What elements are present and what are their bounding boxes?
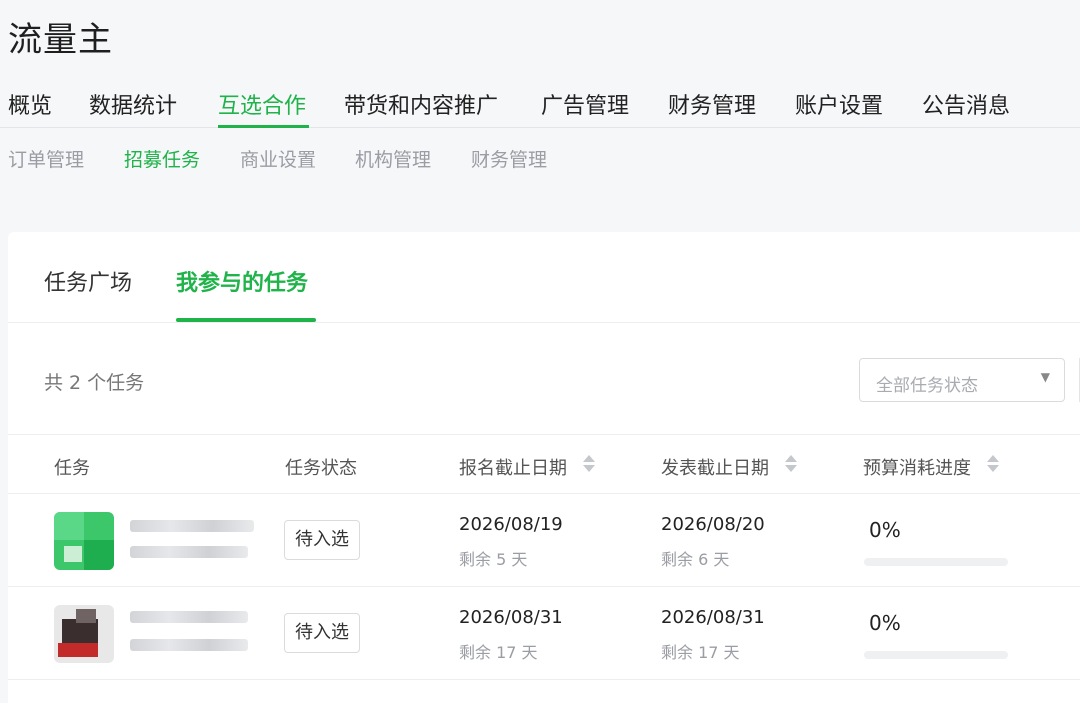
header-budget-progress: 预算消耗进度	[863, 458, 971, 479]
signup-deadline: 2026/08/19	[459, 514, 563, 535]
table-header: 任务 任务状态 报名截止日期 发表截止日期 预算消耗进度	[8, 434, 1080, 494]
content-card: 任务广场 我参与的任务 共 2 个任务 全部任务状态 ▼ 任务 任务状态 报名截…	[8, 232, 1080, 703]
status-badge[interactable]: 待入选	[284, 613, 360, 653]
publish-deadline: 2026/08/20	[661, 514, 765, 535]
task-thumbnail	[54, 512, 114, 570]
sub-nav: 订单管理 招募任务 商业设置 机构管理 财务管理	[0, 142, 1080, 172]
status-filter-select[interactable]: 全部任务状态 ▼	[859, 358, 1065, 402]
tab-task-plaza[interactable]: 任务广场	[44, 265, 132, 297]
nav-data-stats[interactable]: 数据统计	[89, 88, 177, 120]
subnav-business-settings[interactable]: 商业设置	[240, 145, 316, 172]
budget-progress-text: 0%	[869, 518, 901, 542]
nav-announcements[interactable]: 公告消息	[922, 88, 1010, 120]
publish-deadline: 2026/08/31	[661, 607, 765, 628]
task-desc-redacted	[130, 639, 248, 651]
task-desc-redacted	[130, 546, 248, 558]
header-status: 任务状态	[285, 458, 357, 479]
table-row[interactable]: 待入选 2026/08/31 剩余 17 天 2026/08/31 剩余 17 …	[8, 587, 1080, 680]
tab-active-underline	[176, 318, 316, 322]
subnav-recruit-tasks[interactable]: 招募任务	[124, 145, 200, 172]
nav-active-underline	[218, 125, 309, 128]
budget-progress-bar	[864, 651, 1008, 659]
main-nav: 概览 数据统计 互选合作 带货和内容推广 广告管理 财务管理 账户设置 公告消息	[0, 82, 1080, 128]
nav-overview[interactable]: 概览	[8, 88, 52, 120]
task-name-redacted	[130, 611, 248, 623]
task-name-redacted	[130, 520, 254, 532]
task-count: 共 2 个任务	[44, 372, 145, 394]
header-signup-deadline: 报名截止日期	[459, 458, 567, 479]
publish-remaining: 剩余 17 天	[661, 643, 740, 662]
nav-account-settings[interactable]: 账户设置	[795, 88, 883, 120]
subnav-finance[interactable]: 财务管理	[471, 145, 547, 172]
nav-finance[interactable]: 财务管理	[668, 88, 756, 120]
status-badge[interactable]: 待入选	[284, 520, 360, 560]
sort-signup-icon[interactable]	[583, 453, 595, 475]
budget-progress-text: 0%	[869, 611, 901, 635]
signup-remaining: 剩余 17 天	[459, 643, 538, 662]
header-task: 任务	[54, 458, 90, 479]
header-publish-deadline: 发表截止日期	[661, 458, 769, 479]
signup-remaining: 剩余 5 天	[459, 550, 528, 569]
sort-publish-icon[interactable]	[785, 453, 797, 475]
signup-deadline: 2026/08/31	[459, 607, 563, 628]
task-thumbnail	[54, 605, 114, 663]
status-filter-value: 全部任务状态	[876, 376, 978, 396]
subnav-orders[interactable]: 订单管理	[8, 145, 84, 172]
subnav-agency-management[interactable]: 机构管理	[355, 145, 431, 172]
sort-budget-icon[interactable]	[987, 453, 999, 475]
nav-ad-management[interactable]: 广告管理	[541, 88, 629, 120]
chevron-down-icon: ▼	[1040, 370, 1050, 384]
nav-sales-promotion[interactable]: 带货和内容推广	[344, 88, 498, 120]
publish-remaining: 剩余 6 天	[661, 550, 730, 569]
table-row[interactable]: 待入选 2026/08/19 剩余 5 天 2026/08/20 剩余 6 天 …	[8, 494, 1080, 587]
nav-mutual-cooperation[interactable]: 互选合作	[218, 88, 306, 120]
app-title: 流量主	[8, 20, 113, 60]
tab-my-tasks[interactable]: 我参与的任务	[176, 265, 308, 297]
budget-progress-bar	[864, 558, 1008, 566]
task-tabs: 任务广场 我参与的任务	[8, 232, 1080, 323]
